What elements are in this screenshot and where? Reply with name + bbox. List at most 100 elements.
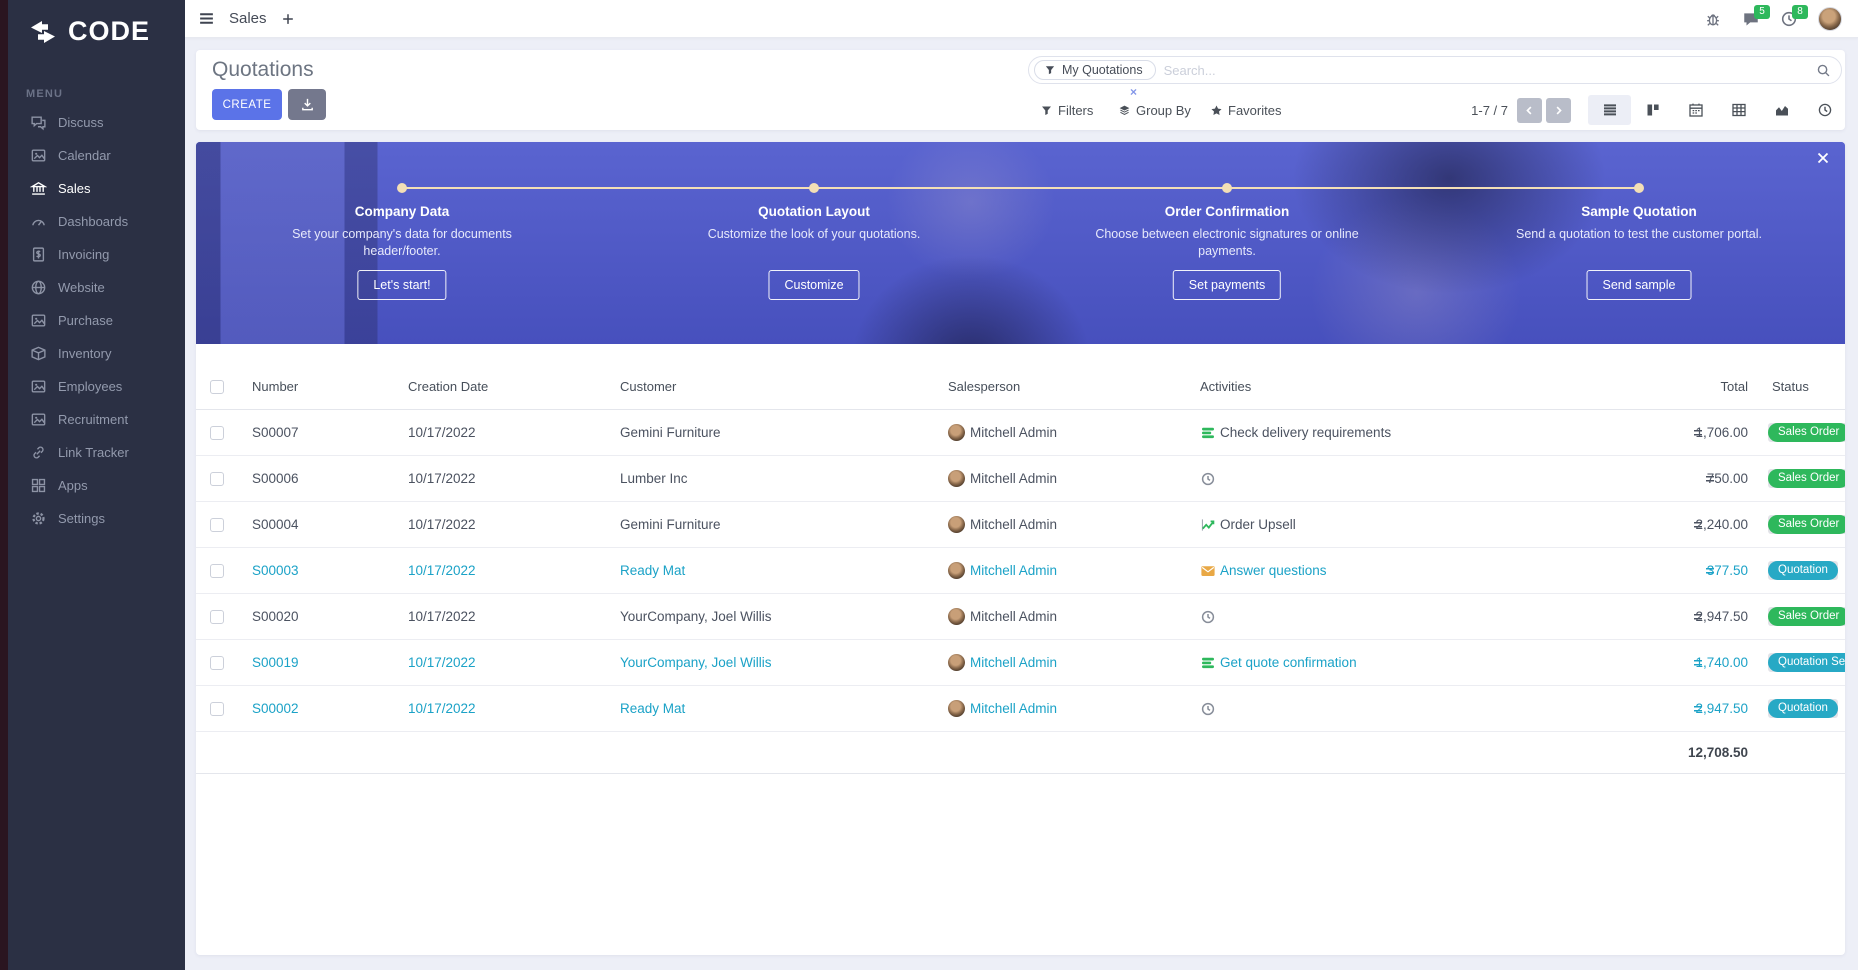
sidebar-item-website[interactable]: Website (8, 271, 185, 304)
table-sum-row: 12,708.50 (196, 732, 1845, 774)
step-title: Company Data (262, 204, 542, 219)
cell-total: 1,740.00 (1576, 640, 1748, 685)
sidebar-item-dashboards[interactable]: Dashboards (8, 205, 185, 238)
table-row-s00004[interactable]: S00004 10/17/2022 Gemini Furniture Mitch… (196, 502, 1845, 548)
view-list-button[interactable] (1588, 95, 1631, 125)
row-checkbox[interactable] (210, 518, 224, 532)
view-activity-button[interactable] (1803, 95, 1846, 125)
view-calendar-button[interactable] (1674, 95, 1717, 125)
facet-filter-icon (1044, 64, 1056, 76)
sidebar-item-settings[interactable]: Settings (8, 502, 185, 535)
sidebar-item-label: Apps (58, 478, 88, 493)
step-action-button[interactable]: Set payments (1173, 270, 1281, 300)
select-all-checkbox[interactable] (210, 380, 224, 394)
table-row-s00003[interactable]: S00003 10/17/2022 Ready Mat Mitchell Adm… (196, 548, 1845, 594)
search-icon[interactable] (1816, 63, 1831, 78)
column-header-salesperson[interactable]: Salesperson (948, 364, 1194, 409)
topbar-left: Sales (185, 10, 295, 27)
favorites-label: Favorites (1228, 103, 1281, 118)
row-checkbox[interactable] (210, 564, 224, 578)
current-app-name[interactable]: Sales (229, 10, 267, 27)
row-checkbox[interactable] (210, 426, 224, 440)
sidebar-item-label: Website (58, 280, 105, 295)
search-facet[interactable]: My Quotations × (1034, 60, 1156, 80)
sidebar-item-label: Sales (58, 181, 91, 196)
pager-next-button[interactable] (1546, 98, 1571, 123)
view-graph-button[interactable] (1760, 95, 1803, 125)
table-row-s00006[interactable]: S00006 10/17/2022 Lumber Inc Mitchell Ad… (196, 456, 1845, 502)
pager-previous-button[interactable] (1517, 98, 1542, 123)
cell-status: Quotation (1768, 686, 1845, 731)
sidebar-item-calendar[interactable]: Calendar (8, 139, 185, 172)
clock-activity-icon (1200, 471, 1216, 487)
cell-status: Sales Order (1768, 410, 1845, 455)
cell-activities[interactable]: Check delivery requirements (1200, 410, 1570, 455)
step-action-button[interactable]: Customize (768, 270, 859, 300)
row-checkbox[interactable] (210, 610, 224, 624)
activities-clock-icon[interactable]: 8 (1780, 10, 1798, 28)
sidebar-item-inventory[interactable]: Inventory (8, 337, 185, 370)
step-action-button[interactable]: Let's start! (357, 270, 446, 300)
onboarding-step-quotation-layout: Quotation Layout Customize the look of y… (674, 142, 954, 344)
row-checkbox[interactable] (210, 702, 224, 716)
app-logo[interactable]: CODE (26, 16, 150, 47)
timeline-dot (1634, 183, 1644, 193)
table-row-s00020[interactable]: S00020 10/17/2022 YourCompany, Joel Will… (196, 594, 1845, 640)
sidebar-item-employees[interactable]: Employees (8, 370, 185, 403)
sidebar-item-discuss[interactable]: Discuss (8, 106, 185, 139)
hamburger-menu-icon[interactable] (198, 10, 215, 27)
sidebar-item-invoicing[interactable]: Invoicing (8, 238, 185, 271)
list-view-panel: Company Data Set your company's data for… (196, 142, 1845, 955)
sidebar-item-recruitment[interactable]: Recruitment (8, 403, 185, 436)
table-row-s00007[interactable]: S00007 10/17/2022 Gemini Furniture Mitch… (196, 410, 1845, 456)
table-row-s00002[interactable]: S00002 10/17/2022 Ready Mat Mitchell Adm… (196, 686, 1845, 732)
column-header-status[interactable]: Status (1768, 364, 1845, 409)
column-header-number[interactable]: Number (252, 364, 402, 409)
sidebar-item-apps[interactable]: Apps (8, 469, 185, 502)
sidebar-item-label: Link Tracker (58, 445, 129, 460)
search-input[interactable] (1156, 63, 1816, 78)
sidebar-item-sales[interactable]: Sales (8, 172, 185, 205)
step-description: Send a quotation to test the customer po… (1499, 226, 1779, 243)
column-header-creation-date[interactable]: Creation Date (408, 364, 614, 409)
cell-number: S00003 (252, 548, 402, 593)
messages-icon[interactable]: 5 (1742, 10, 1760, 28)
link-icon (30, 444, 47, 461)
view-pivot-button[interactable] (1717, 95, 1760, 125)
salesperson-avatar (948, 424, 965, 441)
add-tab-icon[interactable] (281, 12, 295, 26)
user-avatar[interactable] (1818, 7, 1842, 31)
row-checkbox[interactable] (210, 656, 224, 670)
column-header-total[interactable]: Total (1576, 364, 1748, 409)
filters-button[interactable]: Filters (1040, 103, 1093, 118)
invoice-icon (30, 246, 47, 263)
cell-creation-date: 10/17/2022 (408, 548, 614, 593)
status-badge: Quotation (1768, 561, 1838, 580)
sidebar-item-purchase[interactable]: Purchase (8, 304, 185, 337)
cell-number: S00007 (252, 410, 402, 455)
step-action-button[interactable]: Send sample (1587, 270, 1692, 300)
favorites-star-icon (1210, 104, 1223, 117)
column-header-activities[interactable]: Activities (1200, 364, 1570, 409)
salesperson-name: Mitchell Admin (970, 517, 1057, 532)
sidebar-item-link-tracker[interactable]: Link Tracker (8, 436, 185, 469)
sidebar-item-label: Dashboards (58, 214, 128, 229)
cell-number: S00002 (252, 686, 402, 731)
cell-total: 2,240.00 (1576, 502, 1748, 547)
cell-activities[interactable]: Get quote confirmation (1200, 640, 1570, 685)
cell-activities[interactable] (1200, 456, 1570, 501)
column-header-customer[interactable]: Customer (620, 364, 942, 409)
favorites-button[interactable]: Favorites (1210, 103, 1281, 118)
cell-activities[interactable] (1200, 594, 1570, 639)
table-row-s00019[interactable]: S00019 10/17/2022 YourCompany, Joel Will… (196, 640, 1845, 686)
banner-close-icon[interactable] (1815, 150, 1831, 166)
debug-bug-icon[interactable] (1704, 10, 1722, 28)
cell-salesperson: Mitchell Admin (948, 502, 1194, 547)
row-checkbox[interactable] (210, 472, 224, 486)
group-by-button[interactable]: Group By (1118, 103, 1191, 118)
cell-activities[interactable]: Answer questions (1200, 548, 1570, 593)
cell-activities[interactable] (1200, 686, 1570, 731)
cell-activities[interactable]: Order Upsell (1200, 502, 1570, 547)
view-kanban-button[interactable] (1631, 95, 1674, 125)
search-bar[interactable]: My Quotations × (1028, 56, 1842, 84)
